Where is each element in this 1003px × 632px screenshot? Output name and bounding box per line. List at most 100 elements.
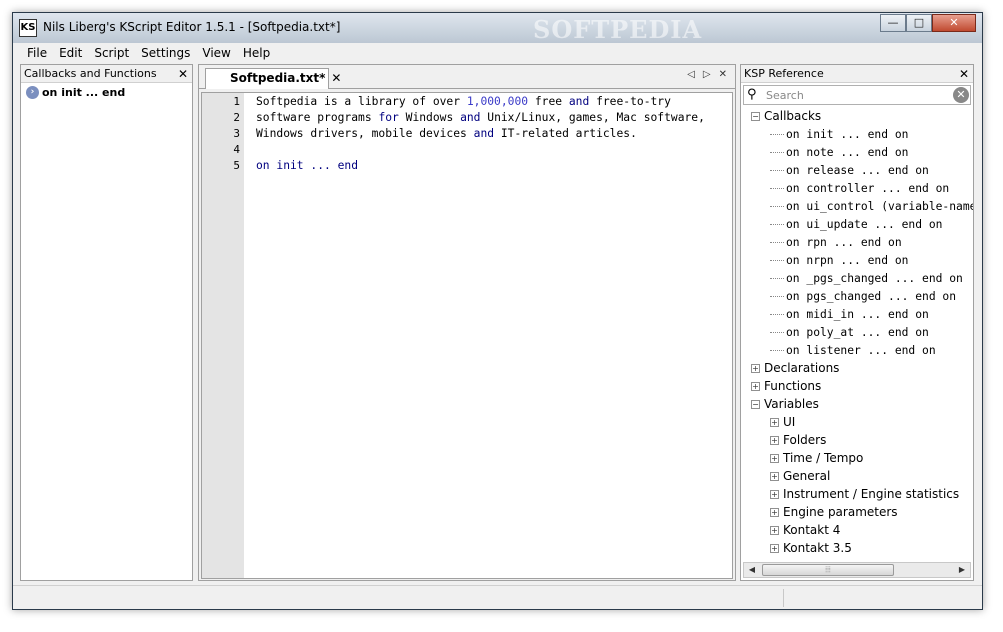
ksp-reference-panel: KSP Reference ✕ ⚲ Search ✕ − Callbacks on …: [740, 64, 974, 581]
line-number: 1: [233, 95, 240, 108]
expand-icon[interactable]: +: [770, 435, 779, 445]
status-bar: [13, 585, 982, 609]
tree-label: UI: [783, 415, 796, 429]
expand-icon[interactable]: +: [770, 471, 779, 481]
tree-node[interactable]: + Functions: [751, 377, 821, 395]
collapse-icon[interactable]: −: [751, 399, 760, 409]
code-token: for: [378, 111, 399, 124]
menu-file[interactable]: File: [21, 43, 53, 63]
search-input[interactable]: ⚲ Search ✕: [743, 85, 971, 105]
expand-icon[interactable]: +: [770, 543, 779, 553]
tab-label: Softpedia.txt*: [230, 71, 326, 85]
expand-icon[interactable]: +: [770, 489, 779, 499]
tree-connector: [770, 331, 784, 333]
collapse-icon[interactable]: −: [751, 111, 760, 121]
menu-help[interactable]: Help: [237, 43, 276, 63]
tree-node[interactable]: + Folders: [770, 431, 826, 449]
prev-tab-icon[interactable]: ◁: [687, 69, 695, 80]
tree-label: on note ... end on: [786, 145, 909, 159]
close-icon[interactable]: ✕: [959, 65, 969, 83]
close-icon[interactable]: ✕: [178, 65, 188, 83]
scroll-left-icon[interactable]: ◀: [744, 563, 760, 577]
panel-title: Callbacks and Functions: [24, 67, 157, 80]
tree-node[interactable]: + Kontakt 4: [770, 521, 840, 539]
tree-leaf[interactable]: on ui_control (variable-name) ... end on: [770, 197, 973, 215]
code-token: IT-related articles.: [494, 127, 637, 140]
minimize-button[interactable]: —: [880, 14, 906, 32]
tree-leaf[interactable]: on controller ... end on: [770, 179, 949, 197]
tree-node[interactable]: − Callbacks: [751, 107, 821, 125]
tree-label: on pgs_changed ... end on: [786, 289, 957, 303]
menu-view[interactable]: View: [196, 43, 236, 63]
code-editor[interactable]: 1 2 3 4 5 Softpedia is a library of over 1,0…: [201, 92, 733, 579]
next-tab-icon[interactable]: ▷: [703, 69, 711, 80]
panel-header: KSP Reference ✕: [741, 65, 973, 83]
tree-leaf[interactable]: on note ... end on: [770, 143, 908, 161]
scroll-right-icon[interactable]: ▶: [954, 563, 970, 577]
tree-leaf[interactable]: on _pgs_changed ... end on: [770, 269, 963, 287]
tree-node[interactable]: − Variables: [751, 395, 819, 413]
code-token: on init ... end: [256, 159, 359, 172]
tree-node[interactable]: + Instrument / Engine statistics: [770, 485, 959, 503]
code-token: and: [473, 127, 495, 140]
horizontal-scrollbar[interactable]: ◀ ⦙⦙⦙ ▶: [743, 562, 971, 578]
line-number: 2: [233, 111, 240, 124]
tree-label: on midi_in ... end on: [786, 307, 929, 321]
tree-node[interactable]: + Declarations: [751, 359, 839, 377]
tree-connector: [770, 349, 784, 351]
tree-connector: [770, 187, 784, 189]
tree-leaf[interactable]: on midi_in ... end on: [770, 305, 929, 323]
tree-label: Variables: [764, 397, 819, 411]
menu-edit[interactable]: Edit: [53, 43, 88, 63]
tree-leaf[interactable]: on init ... end on: [770, 125, 908, 143]
tree-leaf[interactable]: on release ... end on: [770, 161, 929, 179]
reference-tree[interactable]: − Callbacks on init ... end on on note ... …: [741, 107, 973, 557]
tree-node[interactable]: + General: [770, 467, 830, 485]
tree-label: on release ... end on: [786, 163, 929, 177]
expand-icon[interactable]: +: [770, 507, 779, 517]
tree-leaf[interactable]: on listener ... end on: [770, 341, 936, 359]
callback-label: on init ... end: [42, 85, 126, 99]
tree-leaf[interactable]: on rpn ... end on: [770, 233, 902, 251]
tree-label: on nrpn ... end on: [786, 253, 909, 267]
scroll-thumb[interactable]: ⦙⦙⦙: [762, 564, 894, 576]
status-divider: [783, 589, 784, 607]
tree-node[interactable]: + Time / Tempo: [770, 449, 863, 467]
tree-node[interactable]: + Engine parameters: [770, 503, 898, 521]
tree-label: on ui_control (variable-name) ... end on: [786, 199, 973, 213]
code-line[interactable]: Windows drivers, mobile devices and IT-r…: [256, 127, 637, 140]
menu-script[interactable]: Script: [88, 43, 135, 63]
expand-icon[interactable]: +: [770, 525, 779, 535]
code-token: and: [568, 95, 590, 108]
close-icon[interactable]: ✕: [331, 71, 341, 85]
tree-leaf[interactable]: on pgs_changed ... end on: [770, 287, 956, 305]
app-icon: KS: [19, 19, 37, 37]
callback-item[interactable]: › on init ... end: [21, 83, 192, 101]
tree-label: Engine parameters: [783, 505, 898, 519]
tree-leaf[interactable]: on nrpn ... end on: [770, 251, 908, 269]
expand-icon[interactable]: +: [770, 453, 779, 463]
code-line[interactable]: on init ... end: [256, 159, 358, 172]
close-tab-icon[interactable]: ✕: [719, 69, 727, 80]
menu-settings[interactable]: Settings: [135, 43, 196, 63]
code-line[interactable]: Softpedia is a library of over 1,000,000…: [256, 95, 671, 108]
callback-icon: ›: [26, 85, 39, 99]
expand-icon[interactable]: +: [751, 381, 760, 391]
tree-label: on rpn ... end on: [786, 235, 902, 249]
tab-softpedia[interactable]: Softpedia.txt* ✕: [205, 68, 341, 89]
code-line[interactable]: software programs for Windows and Unix/L…: [256, 111, 705, 124]
title-bar[interactable]: KS Nils Liberg's KScript Editor 1.5.1 - …: [13, 13, 982, 44]
tree-label: Kontakt 3.5: [783, 541, 852, 555]
clear-search-icon[interactable]: ✕: [953, 87, 969, 103]
tree-node[interactable]: + UI: [770, 413, 795, 431]
tree-leaf[interactable]: on poly_at ... end on: [770, 323, 929, 341]
tree-node[interactable]: + Kontakt 3.5: [770, 539, 852, 557]
tree-leaf[interactable]: on ui_update ... end on: [770, 215, 942, 233]
expand-icon[interactable]: +: [770, 417, 779, 427]
maximize-button[interactable]: □: [906, 14, 932, 32]
close-button[interactable]: ✕: [932, 14, 976, 32]
expand-icon[interactable]: +: [751, 363, 760, 373]
tab-navigation: ◁ ▷ ✕: [687, 69, 727, 80]
watermark: SOFTPEDIA: [533, 15, 703, 44]
panel-title: KSP Reference: [744, 67, 824, 80]
